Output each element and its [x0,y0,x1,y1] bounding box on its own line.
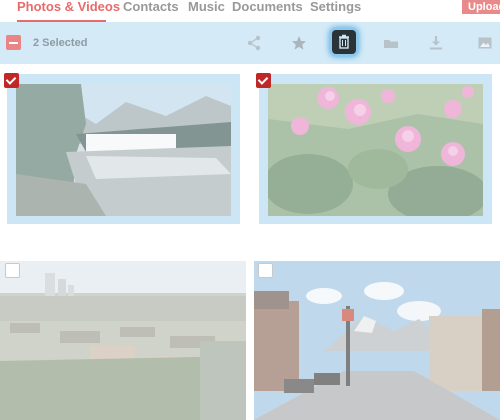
photo-thumbnail[interactable] [254,261,500,420]
upload-button[interactable]: Upload [462,0,500,14]
trash-icon[interactable] [332,30,356,54]
share-icon[interactable] [243,32,265,54]
photo-thumbnail[interactable] [0,261,246,420]
tab-contacts[interactable]: Contacts [123,0,179,22]
tab-photos-videos[interactable]: Photos & Videos [17,0,120,22]
photo-checkbox[interactable] [5,263,20,278]
selected-count: 2 Selected [33,37,88,49]
photo-thumbnail[interactable] [268,84,483,216]
category-tabs: Photos & Videos Contacts Music Documents… [0,0,500,22]
image-icon[interactable] [474,32,496,54]
download-icon[interactable] [425,32,447,54]
photo-checkbox[interactable] [256,73,271,88]
star-icon[interactable] [288,32,310,54]
photo-thumbnail[interactable] [16,84,231,216]
tab-documents[interactable]: Documents [232,0,303,22]
photo-checkbox[interactable] [4,73,19,88]
photo-checkbox[interactable] [258,263,273,278]
folder-icon[interactable] [380,32,402,54]
deselect-all-button[interactable] [6,35,21,50]
tab-music[interactable]: Music [188,0,225,22]
selection-action-bar: 2 Selected [0,22,500,64]
tab-settings[interactable]: Settings [310,0,361,22]
